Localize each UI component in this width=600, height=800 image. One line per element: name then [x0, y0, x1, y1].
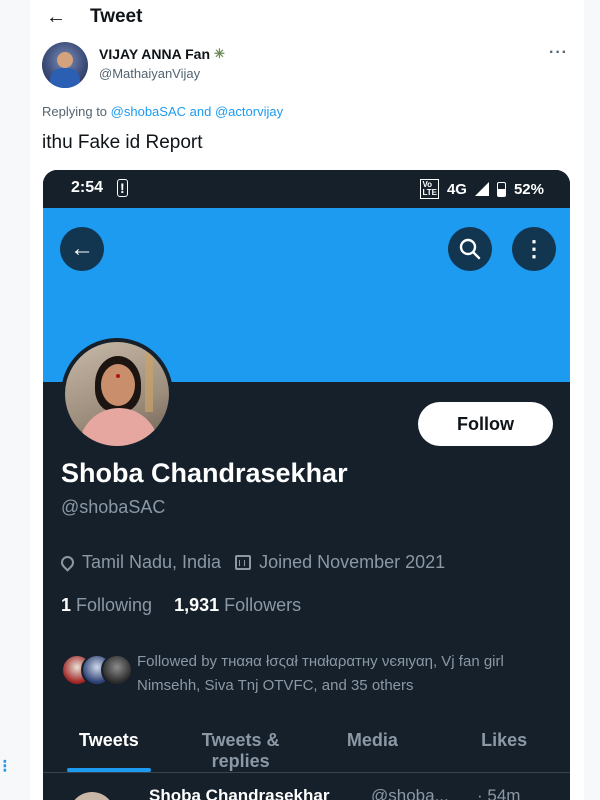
page-header: ← Tweet: [30, 0, 585, 34]
following-label: Following: [76, 595, 153, 615]
author-avatar[interactable]: [42, 42, 88, 88]
profile-location: Tamil Nadu, India: [82, 552, 222, 572]
follower-avatar: [101, 654, 133, 686]
profile-handle: @shobaSAC: [61, 497, 166, 517]
calendar-icon: [235, 555, 252, 570]
following-stat: 1 Following: [61, 595, 152, 616]
left-background: [0, 0, 30, 800]
author-handle[interactable]: @MathaiyanVijay: [99, 66, 200, 81]
followed-by-text: Followed by тнαяα łσςαł тнαłαραтну νєяιу…: [137, 653, 504, 694]
tab-likes: Likes: [481, 730, 528, 750]
signal-icon: [474, 182, 489, 196]
followed-by: Followed by тнαяα łσςαł тнαłαραтну νєяιу…: [61, 650, 556, 698]
followed-by-avatars: [61, 654, 133, 688]
follow-button: Follow: [418, 402, 553, 446]
network-label: 4G: [446, 180, 467, 198]
profile-back-icon: ←: [60, 227, 104, 271]
battery-percent: 52%: [513, 180, 544, 198]
profile-joined: Joined November 2021: [259, 552, 446, 572]
tweet-time: · 54m: [477, 786, 521, 800]
tweet-text: ithu Fake id Report: [42, 132, 203, 153]
profile-stats: 1 Following 1,931 Followers: [61, 595, 301, 616]
battery-icon: [496, 181, 506, 197]
status-right: Vo LTE 4G 52%: [420, 179, 544, 199]
more-options-icon[interactable]: ···: [549, 44, 568, 62]
pinned-tweet-preview: Shoba Chandrasekhar @shoba... · 54m: [43, 778, 570, 800]
right-background: [584, 0, 600, 800]
replying-to: Replying to @shobaSAC and @actorvijay: [42, 104, 283, 119]
profile-name: Shoba Chandrasekhar: [61, 458, 348, 488]
reply-mention-1[interactable]: @shobaSAC: [111, 104, 186, 119]
tweet-author-name: Shoba Chandrasekhar: [149, 786, 330, 800]
reply-mention-2[interactable]: @actorvijay: [215, 104, 283, 119]
followers-label: Followers: [224, 595, 302, 615]
author-name: VIJAY ANNA Fan: [99, 46, 210, 62]
profile-tabs: Tweets Tweets & replies Media Likes: [43, 722, 570, 772]
replying-prefix: Replying to: [42, 104, 108, 119]
leaf-emoji-icon: ✳: [214, 46, 225, 61]
tweet-avatar: [69, 792, 115, 800]
location-pin-icon: [58, 553, 77, 572]
attached-screenshot[interactable]: 2:54 ! Vo LTE 4G 52% ← ⋮ Follow Shoba Cha…: [43, 170, 570, 800]
followers-stat: 1,931 Followers: [174, 595, 301, 616]
volte-icon: Vo LTE: [420, 179, 439, 199]
page-title: Tweet: [90, 6, 143, 27]
profile-meta: Tamil Nadu, India Joined November 2021: [58, 552, 446, 573]
profile-search-icon: [448, 227, 492, 271]
following-count: 1: [61, 595, 72, 615]
tweet-author: VIJAY ANNA Fan ✳ @MathaiyanVijay ···: [42, 42, 582, 92]
profile-menu-icon: ⋮: [512, 227, 556, 271]
tab-tweets: Tweets: [43, 722, 175, 772]
notification-icon: !: [117, 179, 128, 197]
phone-status-bar: 2:54 ! Vo LTE 4G 52%: [43, 170, 570, 208]
tab-tweets-replies: Tweets & replies: [201, 730, 280, 771]
author-name-row[interactable]: VIJAY ANNA Fan ✳: [99, 46, 225, 62]
profile-photo: [61, 338, 173, 450]
tweet-author-handle: @shoba...: [371, 786, 449, 800]
reply-join: and: [189, 104, 212, 119]
edge-indicator: ⁝: [2, 756, 8, 776]
tabs-divider: [43, 772, 570, 773]
back-arrow-icon[interactable]: ←: [36, 6, 76, 29]
status-time: 2:54: [71, 179, 104, 196]
followers-count: 1,931: [174, 595, 220, 615]
tab-media: Media: [346, 730, 398, 750]
